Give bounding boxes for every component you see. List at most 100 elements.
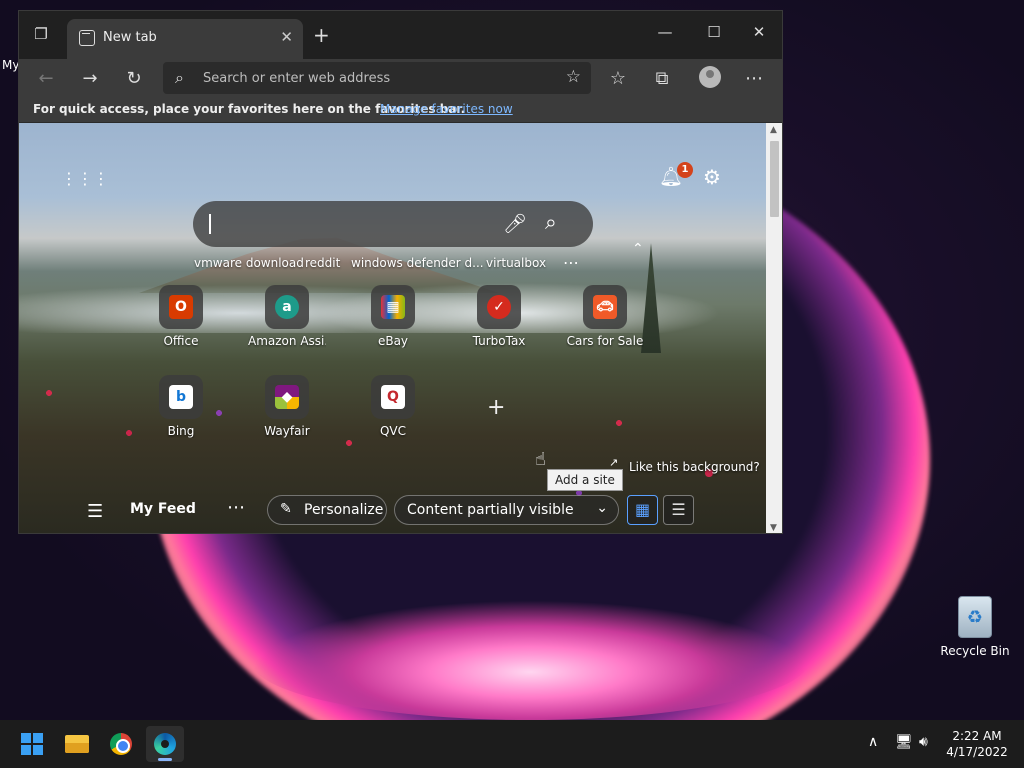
forward-arrow-icon[interactable]: → [79,68,101,89]
edge-taskbar-button[interactable] [146,726,184,762]
qvc-icon: Q [371,375,415,419]
feed-more-options-icon[interactable]: ⋯ [227,497,245,518]
add-site-plus-icon[interactable]: + [487,395,505,420]
tab-new-tab[interactable]: New tab ✕ [67,19,303,59]
navigation-toolbar: ← → ↻ ⌕ ☆ ☆ ⧉ ⋯ [19,59,782,97]
recent-search-item[interactable]: windows defender d... [351,256,484,270]
scroll-thumb[interactable] [770,141,779,217]
chevron-down-icon: ⌄ [596,500,608,516]
car-icon: 🚗︎ [583,285,627,329]
edge-icon [154,733,176,755]
back-arrow-icon[interactable]: ← [35,68,57,89]
quick-link-wayfair[interactable]: ◆ Wayfair [248,375,326,438]
volume-icon[interactable]: 🔊︎ [919,734,928,750]
scroll-down-arrow-icon[interactable]: ▼ [770,523,777,533]
active-app-indicator [158,758,172,761]
manage-favorites-link[interactable]: Manage favorites now [380,102,513,116]
network-icon[interactable]: 🖥︎ [895,734,913,750]
quick-link-label: Office [163,334,199,348]
search-icon: ⌕ [175,68,184,87]
feed-menu-hamburger-icon[interactable]: ☰ [87,501,103,522]
vertical-scrollbar[interactable]: ▲ ▼ [766,123,782,533]
desktop-icon-label-partial[interactable]: My [2,58,19,72]
quick-link-label: Cars for Sale [566,334,644,348]
refresh-icon[interactable]: ↻ [123,68,145,89]
tab-title: New tab [103,30,157,45]
address-input[interactable] [203,68,543,88]
grid-layout-toggle-icon[interactable]: ▦ [627,495,658,525]
voice-search-mic-icon[interactable]: 🎤︎ [503,212,527,235]
recent-search-item[interactable]: vmware download [194,256,304,270]
notification-badge: 1 [677,162,693,178]
quick-link-bing[interactable]: b Bing [142,375,220,438]
maximize-button[interactable]: ☐ [702,23,726,41]
hand-cursor-icon: ☝ [535,449,546,470]
recycle-bin-label: Recycle Bin [940,644,1010,658]
system-clock[interactable]: 2:22 AM 4/17/2022 [944,728,1010,760]
office-icon: O [159,285,203,329]
new-tab-favicon-icon [79,30,95,46]
new-tab-page: ⋮⋮⋮ 🔔︎ 1 ⚙ 🎤︎ ⌕ vmware download reddit w… [19,123,766,533]
add-site-tooltip: Add a site [547,469,623,491]
file-explorer-taskbar-button[interactable] [58,726,96,762]
wallpaper-glow-bottom [250,600,810,720]
windows-logo-icon [21,733,31,743]
personalize-button[interactable]: ✎ Personalize [267,495,387,525]
quick-link-office[interactable]: O Office [142,285,220,348]
quick-link-qvc[interactable]: Q QVC [354,375,432,438]
recent-search-item[interactable]: reddit [305,256,340,270]
quick-link-label: QVC [379,424,407,438]
quick-link-amazon-assistant[interactable]: a Amazon Assi... [248,285,326,348]
recycle-bin-desktop-icon[interactable]: ♻ Recycle Bin [940,596,1010,658]
new-tab-button[interactable]: + [313,23,330,47]
start-button[interactable] [14,726,52,762]
show-hidden-icons-chevron-icon[interactable]: ∧ [868,734,878,750]
taskbar: ∧ 🖥︎ 🔊︎ 2:22 AM 4/17/2022 [0,720,1024,768]
feed-bar: ☰ My Feed ⋯ ✎ Personalize Content partia… [19,493,766,533]
address-bar[interactable]: ⌕ ☆ [163,62,591,94]
web-search-box[interactable]: 🎤︎ ⌕ [193,201,593,247]
quick-link-label: eBay [377,334,409,348]
quick-link-label: Wayfair [264,424,310,438]
quick-link-label: Bing [167,424,195,438]
add-favorite-star-icon[interactable]: ☆ [566,67,581,87]
settings-gear-icon[interactable]: ⚙ [703,165,721,189]
clock-date: 4/17/2022 [946,745,1008,759]
scroll-up-arrow-icon[interactable]: ▲ [770,125,777,135]
bing-icon: b [159,375,203,419]
quick-link-label: TurboTax [472,334,526,348]
tab-close-icon[interactable]: ✕ [280,28,293,46]
favorites-icon[interactable]: ☆ [607,68,629,89]
text-caret [209,214,211,234]
clock-time: 2:22 AM [952,729,1002,743]
amazon-assistant-icon: a [265,285,309,329]
quick-link-cars-for-sale[interactable]: 🚗︎ Cars for Sale [566,285,644,348]
quick-link-ebay[interactable]: ▦ eBay [354,285,432,348]
favorites-bar: For quick access, place your favorites h… [19,97,782,123]
search-submit-icon[interactable]: ⌕ [545,210,557,235]
content-visibility-dropdown[interactable]: Content partially visible ⌄ [394,495,619,525]
collapse-chevron-up-icon[interactable]: ⌃ [632,241,644,257]
quick-link-turbotax[interactable]: ✓ TurboTax [460,285,538,348]
chrome-icon [110,733,132,755]
collections-icon[interactable]: ⧉ [651,68,673,89]
tab-actions-icon[interactable]: ❐ [31,25,51,45]
list-layout-toggle-icon[interactable]: ☰ [663,495,694,525]
like-background-link[interactable]: Like this background? [629,460,760,474]
pencil-icon: ✎ [280,501,292,517]
chrome-taskbar-button[interactable] [102,726,140,762]
personalize-label: Personalize [304,502,384,518]
more-options-icon[interactable]: ⋯ [743,68,765,89]
turbotax-check-icon: ✓ [477,285,521,329]
profile-avatar-icon[interactable] [699,66,721,88]
quick-link-label: Amazon Assi... [248,334,326,348]
recent-search-item[interactable]: virtualbox [486,256,546,270]
title-bar: ❐ New tab ✕ + — ☐ ✕ [19,11,782,59]
minimize-button[interactable]: — [653,23,677,41]
recent-searches-more-icon[interactable]: ⋯ [563,253,579,272]
app-launcher-grid-icon[interactable]: ⋮⋮⋮ [61,169,109,189]
content-visibility-value: Content partially visible [407,502,574,518]
my-feed-title[interactable]: My Feed [130,501,196,517]
close-window-button[interactable]: ✕ [747,23,771,41]
external-link-arrow-icon: ↗ [609,456,619,469]
